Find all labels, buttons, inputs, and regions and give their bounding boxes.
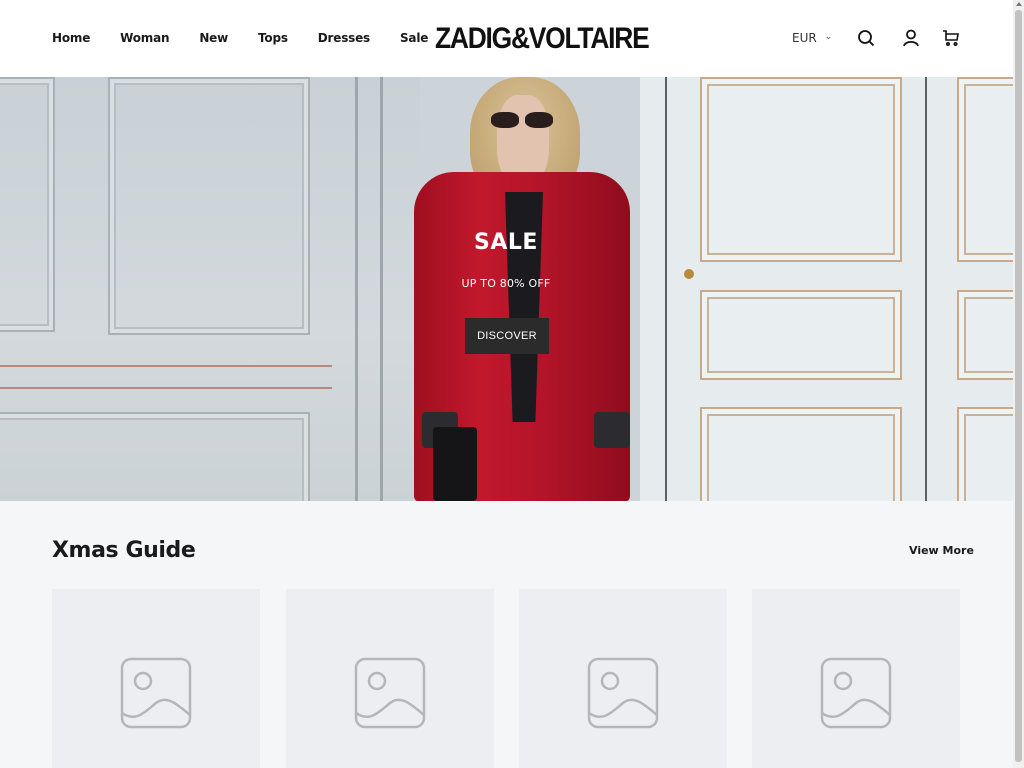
chevron-down-icon: ⌄: [824, 32, 833, 42]
door-panel: [957, 290, 1013, 380]
nav-home[interactable]: Home: [52, 31, 90, 45]
nav-tops[interactable]: Tops: [258, 31, 288, 45]
cart-icon: [943, 30, 959, 47]
nav-dresses[interactable]: Dresses: [318, 31, 370, 45]
nav-new[interactable]: New: [199, 31, 228, 45]
wall-panel: [0, 77, 55, 332]
door-panel: [957, 77, 1013, 262]
door-frame: [665, 77, 667, 501]
sunglasses: [491, 112, 555, 128]
currency-selector[interactable]: EUR ⌄: [792, 31, 832, 45]
vertical-scrollbar[interactable]: [1013, 0, 1024, 768]
hero-content: SALE UP TO 80% OFF: [456, 230, 556, 290]
door-panel: [700, 77, 902, 262]
brand-logo[interactable]: ZADIG&VOLTAIRE: [435, 22, 650, 56]
hero-doors: [640, 77, 1013, 501]
product-card[interactable]: [519, 589, 727, 768]
wall-rail: [0, 387, 332, 389]
door-panel: [700, 407, 902, 501]
door-panel: [957, 407, 1013, 501]
section-title: Xmas Guide: [52, 538, 196, 563]
discover-button[interactable]: DISCOVER: [465, 318, 549, 354]
door-frame: [925, 77, 927, 501]
hero-title: SALE: [474, 230, 538, 255]
scrollbar-thumb[interactable]: [1015, 10, 1022, 762]
cart-button[interactable]: [940, 27, 962, 49]
door-frame: [380, 77, 383, 501]
hero-wall-left: [0, 77, 420, 501]
product-card[interactable]: [286, 589, 494, 768]
wall-rail: [0, 365, 332, 367]
user-icon: [903, 29, 919, 47]
account-button[interactable]: [900, 27, 922, 49]
door-frame: [355, 77, 358, 501]
wall-panel: [0, 412, 310, 501]
image-placeholder-icon: [354, 657, 426, 729]
currency-value: EUR: [792, 31, 817, 45]
nav-woman[interactable]: Woman: [120, 31, 169, 45]
search-button[interactable]: [855, 27, 877, 49]
site-header: Home Woman New Tops Dresses Sale ZADIG&V…: [0, 0, 1013, 77]
product-card[interactable]: [752, 589, 960, 768]
view-more-link[interactable]: View More: [909, 544, 974, 557]
image-placeholder-icon: [820, 657, 892, 729]
hero-banner[interactable]: SALE UP TO 80% OFF DISCOVER: [0, 77, 1013, 501]
image-placeholder-icon: [587, 657, 659, 729]
main-nav: Home Woman New Tops Dresses Sale: [52, 31, 458, 45]
door-panel: [700, 290, 902, 380]
product-card[interactable]: [52, 589, 260, 768]
door-knob: [684, 269, 694, 279]
nav-sale[interactable]: Sale: [400, 31, 428, 45]
shirt-cuff: [594, 412, 630, 448]
hero-subtitle: UP TO 80% OFF: [461, 277, 551, 290]
search-icon: [858, 30, 875, 47]
scroll-up-arrow-icon[interactable]: [1016, 2, 1022, 6]
wall-panel: [108, 77, 310, 335]
image-placeholder-icon: [120, 657, 192, 729]
handbag: [433, 427, 477, 501]
